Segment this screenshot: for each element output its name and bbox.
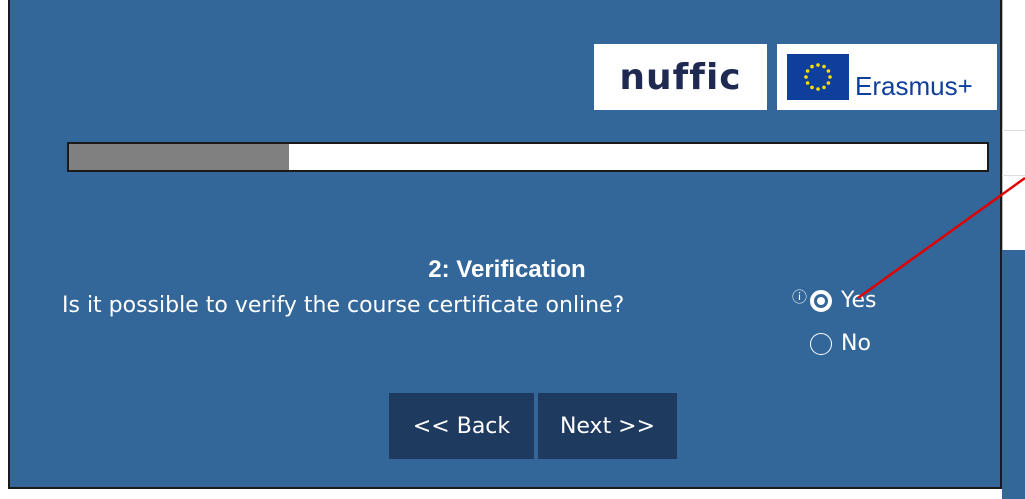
adjacent-divider	[1002, 175, 1025, 176]
adjacent-window-box	[1002, 0, 1025, 250]
radio-yes-checked[interactable]	[810, 289, 832, 312]
adjacent-divider	[1002, 130, 1025, 131]
erasmus-logo: Erasmus+	[777, 44, 997, 110]
progress-bar	[67, 142, 989, 172]
next-button[interactable]: Next >>	[538, 393, 677, 459]
nuffic-logo: nuffic	[594, 44, 767, 110]
radio-option-yes[interactable]: Yes	[810, 288, 877, 313]
info-icon[interactable]: ⓘ	[792, 286, 807, 307]
adjacent-window-edge	[1002, 0, 1025, 499]
radio-no-label: No	[841, 331, 871, 356]
adjacent-window-blue	[1002, 250, 1025, 499]
radio-option-no[interactable]: No	[810, 331, 871, 356]
step-title: 2: Verification	[428, 256, 586, 283]
survey-panel: nuffic Erasmus+ 2: Verification Is it po…	[8, 0, 1002, 489]
eu-flag-icon	[787, 54, 849, 100]
nuffic-logo-text: nuffic	[619, 56, 742, 98]
question-label: Is it possible to verify the course cert…	[62, 293, 625, 318]
radio-yes-label: Yes	[841, 288, 877, 313]
progress-bar-fill	[69, 144, 290, 170]
erasmus-logo-text: Erasmus+	[855, 70, 973, 101]
radio-no-unchecked[interactable]	[810, 332, 832, 355]
back-button[interactable]: << Back	[389, 393, 534, 459]
